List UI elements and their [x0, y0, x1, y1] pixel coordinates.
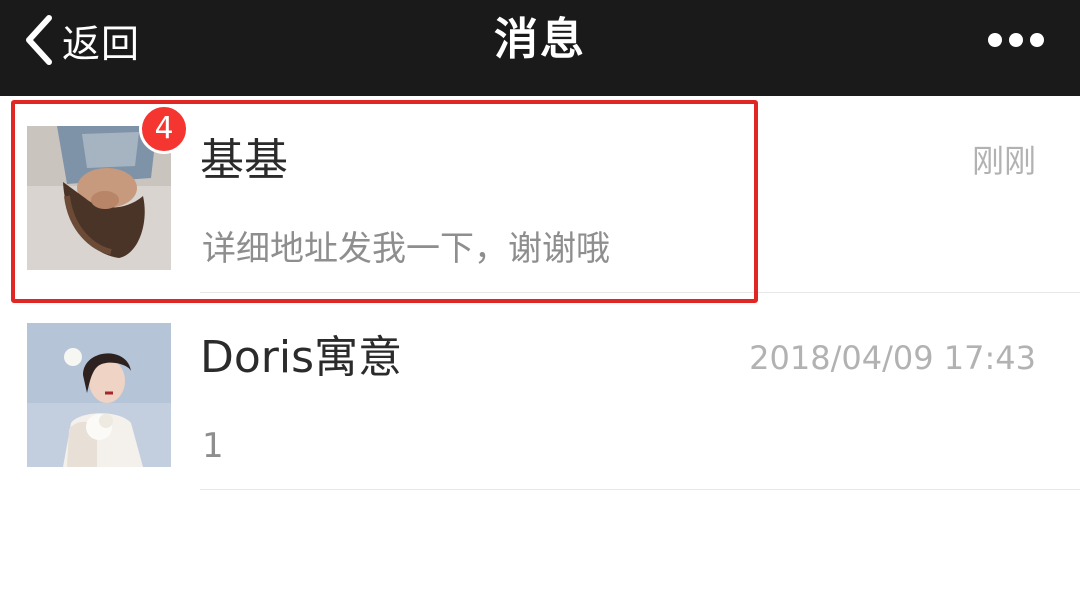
message-time: 2018/04/09 17:43: [749, 339, 1036, 377]
ellipsis-dot: [1030, 33, 1044, 47]
navigation-bar: 返回 消息: [0, 0, 1080, 96]
conversation-item[interactable]: Doris寓意 2018/04/09 17:43 1: [0, 294, 1080, 490]
message-time: 刚刚: [971, 142, 1036, 180]
ellipsis-icon[interactable]: [988, 30, 1044, 50]
unread-badge: 4: [139, 104, 189, 154]
message-preview: 1: [202, 426, 224, 466]
message-preview: 详细地址发我一下，谢谢哦: [202, 229, 610, 269]
divider: [200, 489, 1080, 490]
contact-name: 基基: [200, 135, 288, 186]
divider: [200, 292, 1080, 293]
page-title: 消息: [494, 14, 586, 65]
ellipsis-dot: [988, 33, 1002, 47]
avatar: [27, 323, 171, 467]
contact-name: Doris寓意: [200, 332, 403, 383]
ellipsis-dot: [1009, 33, 1023, 47]
